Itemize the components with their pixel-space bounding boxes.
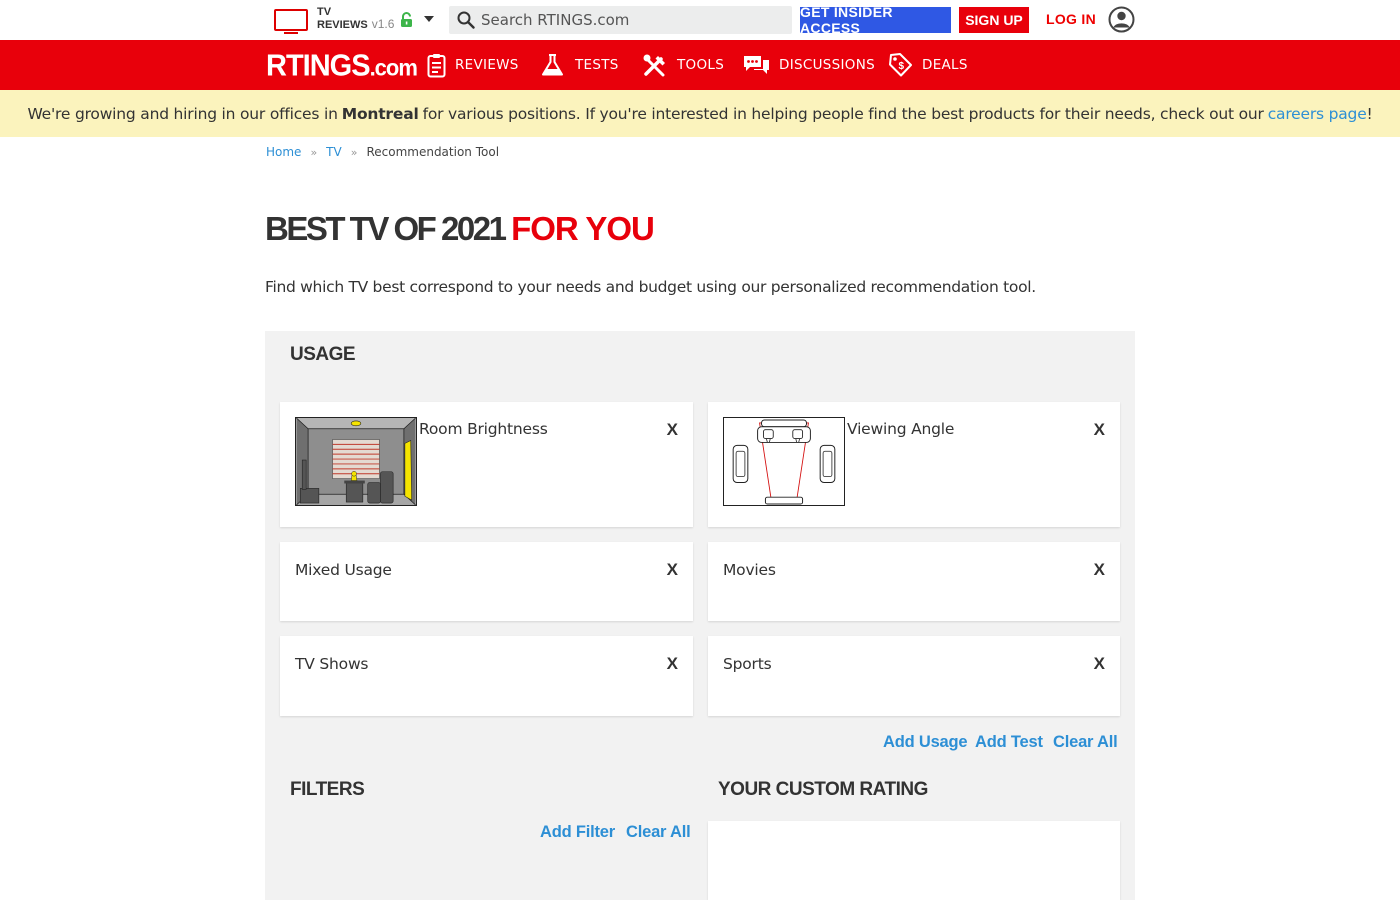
usage-heading: USAGE [290,344,356,365]
filters-heading: FILTERS [290,779,365,800]
nav-label: DEALS [922,57,968,73]
search-icon[interactable] [457,11,475,29]
page-title: BEST TV OF 2021 FOR YOU [265,210,655,248]
room-brightness-illustration [295,417,417,506]
usage-card-movies[interactable]: Movies X [708,542,1120,621]
tv-icon [274,9,308,34]
clear-all-usage-link[interactable]: Clear All [1053,733,1118,752]
user-icon[interactable] [1108,6,1135,33]
banner-text-before: We're growing and hiring in our offices … [27,104,338,123]
remove-usage-button[interactable]: X [667,420,678,440]
usage-card-tv-shows[interactable]: TV Shows X [280,636,693,716]
tools-icon [643,54,665,77]
sign-up-button[interactable]: SIGN UP [959,7,1029,33]
nav-item-discussions[interactable]: DISCUSSIONS [743,40,875,90]
nav-label: TESTS [575,57,619,73]
nav-label: DISCUSSIONS [779,57,875,73]
banner-city: Montreal [341,104,419,123]
nav-label: REVIEWS [455,57,519,73]
search-bar [449,6,792,34]
nav-item-deals[interactable]: $ DEALS [889,40,968,90]
main-nav: RTINGS.com REVIEWS TESTS TOOLS DISCUSSIO… [0,40,1400,90]
page-title-main: BEST TV OF 2021 [265,210,507,247]
careers-page-link[interactable]: careers page [1268,105,1367,123]
nav-item-tools[interactable]: TOOLS [642,40,724,90]
clipboard-icon [427,53,446,77]
usage-card-label: Room Brightness [419,420,548,438]
search-input[interactable] [481,11,781,29]
custom-rating-panel [708,821,1120,900]
chat-icon [744,56,769,74]
logo-suffix: .com [369,54,418,81]
nav-item-tests[interactable]: TESTS [539,40,619,90]
version-label: v1.6 [371,17,395,31]
banner-end: ! [1366,104,1373,123]
price-tag-icon: $ [889,53,912,77]
remove-usage-button[interactable]: X [667,654,678,674]
remove-usage-button[interactable]: X [667,560,678,580]
usage-card-label: TV Shows [295,655,369,673]
lock-icon [401,12,412,27]
breadcrumb-home[interactable]: Home [266,145,301,159]
add-filter-link[interactable]: Add Filter [540,823,615,842]
page-title-accent: FOR YOU [511,210,655,247]
get-insider-access-button[interactable]: GET INSIDER ACCESS [800,4,951,36]
chevron-right-icon: » [350,145,358,159]
add-test-link[interactable]: Add Test [975,733,1043,752]
nav-label: TOOLS [677,57,725,73]
page-intro: Find which TV best correspond to your ne… [265,278,1036,296]
remove-usage-button[interactable]: X [1094,654,1105,674]
usage-card-label: Movies [723,561,776,579]
product-line-2: REVIEWS [317,19,368,31]
nav-item-reviews[interactable]: REVIEWS [427,40,519,90]
rtings-logo[interactable]: RTINGS.com [266,49,418,84]
viewing-angle-illustration [723,417,845,506]
top-bar: TV REVIEWSv1.6 GET INSIDER ACCESS SIGN U… [0,0,1400,40]
clear-all-filters-link[interactable]: Clear All [626,823,691,842]
svg-text:$: $ [899,61,905,72]
custom-rating-heading: YOUR CUSTOM RATING [718,779,928,800]
chevron-right-icon: » [310,145,318,159]
usage-card-mixed-usage[interactable]: Mixed Usage X [280,542,693,621]
caret-down-icon[interactable] [424,16,434,22]
recommendation-tool-panel: USAGE Room Brightness X Viewing Angle X … [265,331,1135,900]
banner-text-after: for various positions. If you're interes… [422,104,1264,123]
breadcrumb-current: Recommendation Tool [366,145,500,159]
flask-icon [542,54,563,76]
product-selector[interactable]: TV REVIEWS v1.6 [274,6,394,34]
remove-usage-button[interactable]: X [1094,560,1105,580]
hiring-banner: We're growing and hiring in our offices … [0,90,1400,137]
usage-card-label: Viewing Angle [847,420,955,438]
log-in-button[interactable]: LOG IN [1046,11,1096,27]
product-name: TV REVIEWS v1.6 [317,6,394,31]
add-usage-link[interactable]: Add Usage [883,733,968,752]
usage-card-viewing-angle[interactable]: Viewing Angle X [708,402,1120,527]
usage-card-label: Sports [723,655,772,673]
breadcrumb-tv[interactable]: TV [326,145,342,159]
usage-card-room-brightness[interactable]: Room Brightness X [280,402,693,527]
usage-card-label: Mixed Usage [295,561,392,579]
breadcrumb: Home » TV » Recommendation Tool [266,145,499,159]
logo-main: RTINGS [266,49,371,83]
usage-card-sports[interactable]: Sports X [708,636,1120,716]
remove-usage-button[interactable]: X [1094,420,1105,440]
